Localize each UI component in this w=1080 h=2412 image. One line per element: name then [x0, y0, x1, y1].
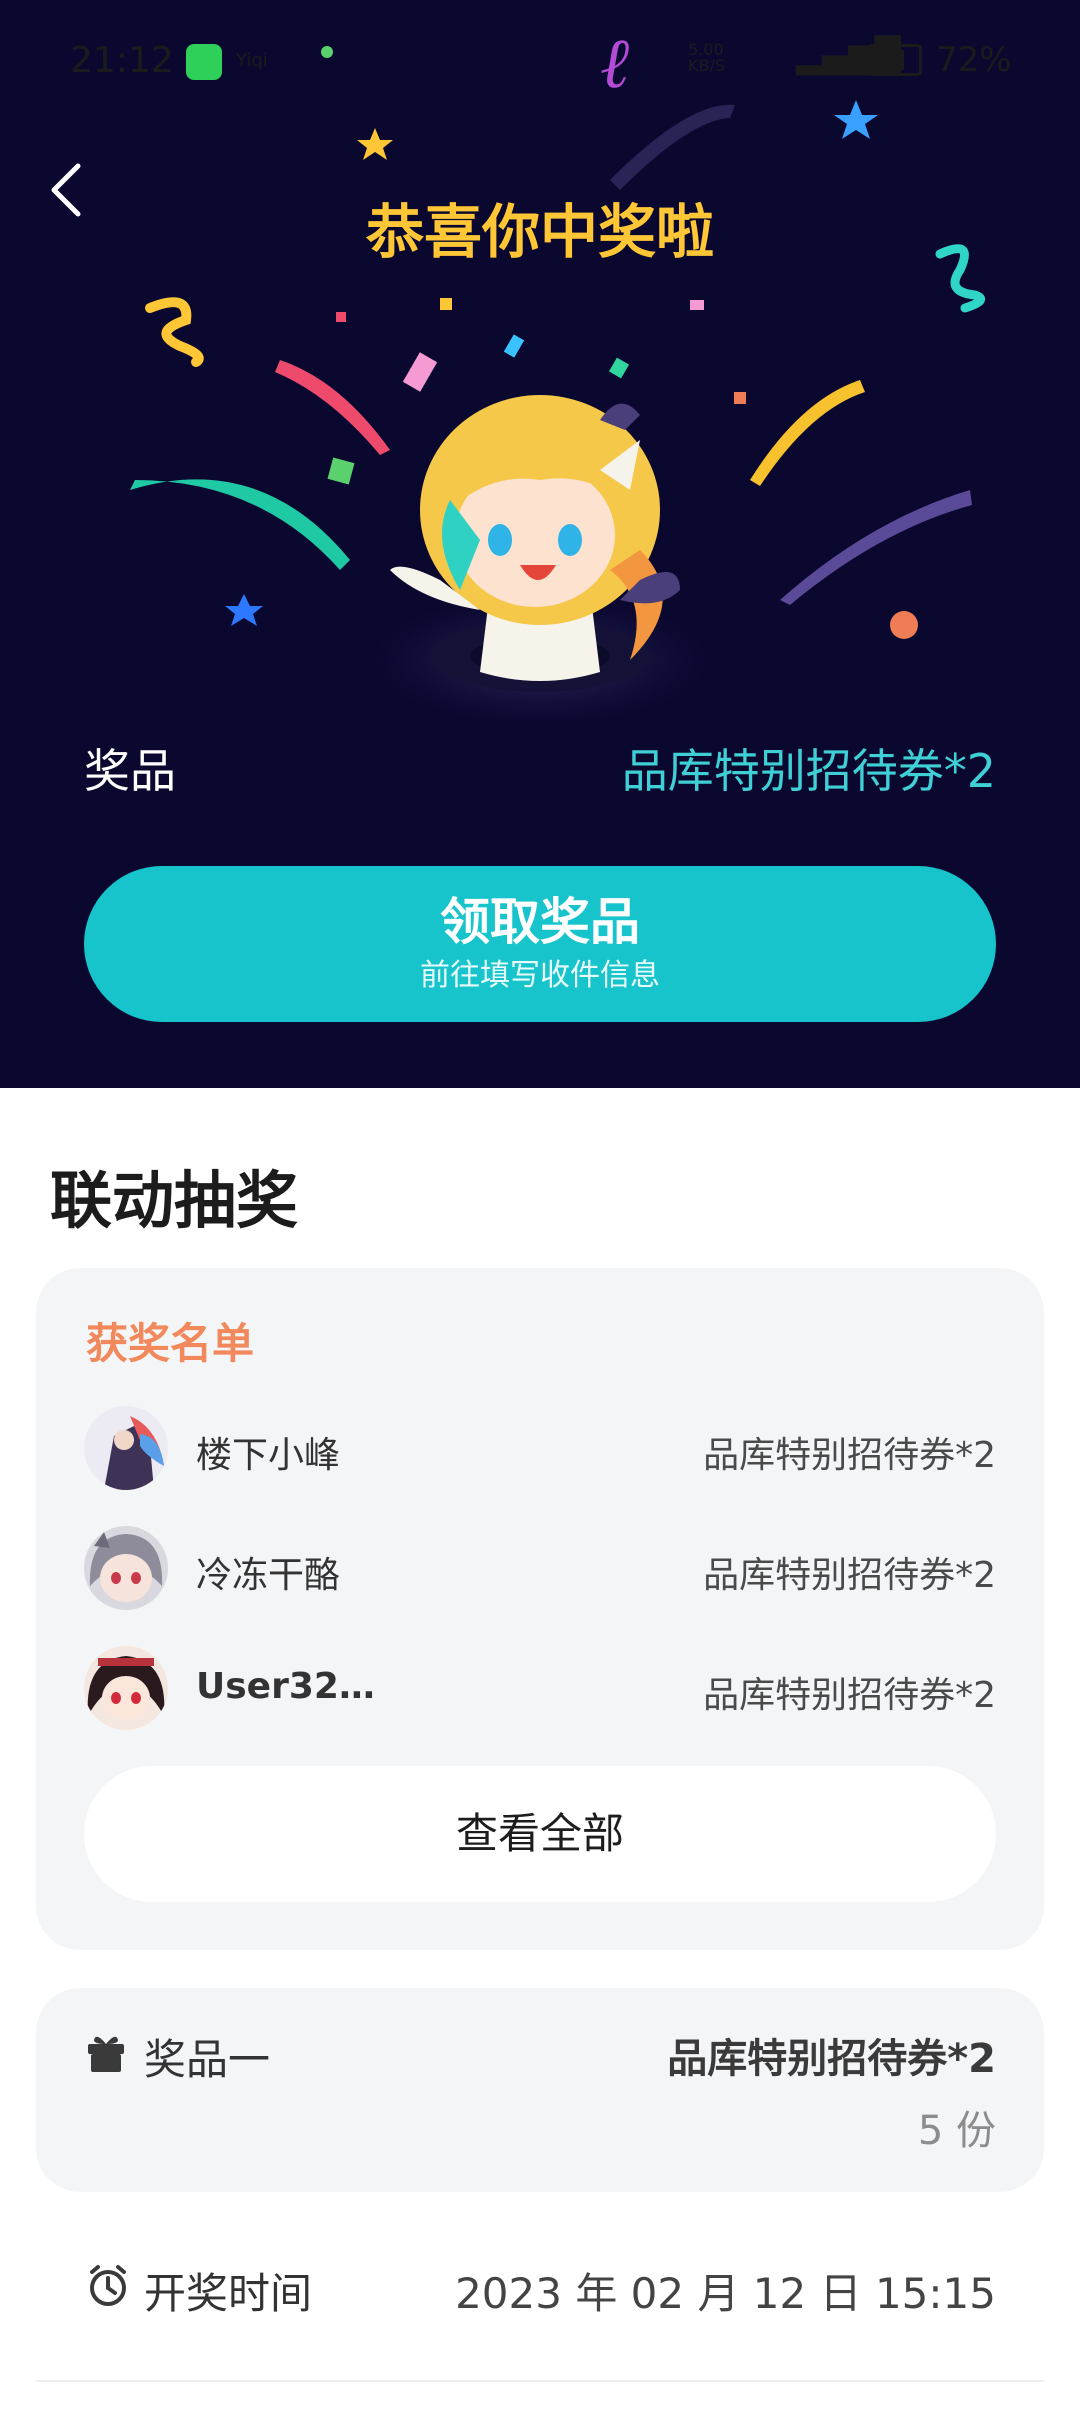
winner-prize: 品库特别招待券*2 [703, 1435, 996, 1476]
draw-time-label: 开奖时间 [144, 2269, 313, 2318]
winner-row[interactable]: User32… 品库特别招待券*2 [84, 1646, 996, 1736]
claim-prize-button[interactable]: 领取奖品 前往填写收件信息 [84, 866, 996, 1022]
prize-item-count: 5 份 [917, 2108, 996, 2154]
alarm-clock-icon [90, 2265, 126, 2306]
app-notification-icon [186, 44, 222, 80]
network-speed: 5.00 KB/S [688, 40, 726, 75]
winners-card: 获奖名单 楼下小峰 品库特别招待券*2 冷冻干酪 品库特别招待券*2 User3… [36, 1268, 1044, 1950]
mascot-illustration [360, 395, 720, 720]
status-bar: 21:12 Yiqi ℓ 5.00 KB/S ▂▄▆█ 72% [0, 22, 1080, 104]
avatar [84, 1646, 168, 1730]
prize-item-card: 奖品一 品库特别招待券*2 5 份 [36, 1988, 1044, 2192]
claim-button-label: 领取奖品 [440, 893, 640, 951]
winner-row[interactable]: 楼下小峰 品库特别招待券*2 [84, 1406, 996, 1496]
winner-prize: 品库特别招待券*2 [703, 1555, 996, 1596]
prize-label: 奖品 [84, 744, 176, 798]
hero-banner: 21:12 Yiqi ℓ 5.00 KB/S ▂▄▆█ 72% 恭喜你中奖啦 奖… [0, 0, 1080, 1088]
prize-value: 品库特别招待券*2 [621, 744, 996, 798]
battery-icon [868, 44, 922, 76]
avatar [84, 1406, 168, 1490]
section-title: 联动抽奖 [50, 1164, 299, 1237]
divider [36, 2380, 1044, 2382]
hero-title: 恭喜你中奖啦 [365, 198, 714, 266]
draw-time-row: 开奖时间 2023 年 02 月 12 日 15:15 [36, 2226, 1044, 2346]
gift-icon [88, 2036, 124, 2072]
winner-prize: 品库特别招待券*2 [703, 1675, 996, 1716]
winner-name: 楼下小峰 [196, 1435, 341, 1476]
battery-percent: 72% [936, 40, 1012, 80]
winners-header: 获奖名单 [86, 1319, 255, 1368]
status-time: 21:12 [70, 40, 174, 81]
claim-button-sublabel: 前往填写收件信息 [420, 958, 660, 993]
winner-name: User32… [196, 1666, 375, 1707]
prize-item-value: 品库特别招待券*2 [667, 2036, 996, 2082]
view-all-button[interactable]: 查看全部 [84, 1766, 996, 1902]
winner-name: 冷冻干酪 [196, 1555, 341, 1596]
winner-row[interactable]: 冷冻干酪 品库特别招待券*2 [84, 1526, 996, 1616]
avatar [84, 1526, 168, 1610]
carrier-logo-icon: ℓ [600, 22, 630, 104]
prize-item-label: 奖品一 [144, 2035, 271, 2084]
draw-time-value: 2023 年 02 月 12 日 15:15 [455, 2269, 996, 2318]
app-notification-label: Yiqi [236, 50, 268, 71]
